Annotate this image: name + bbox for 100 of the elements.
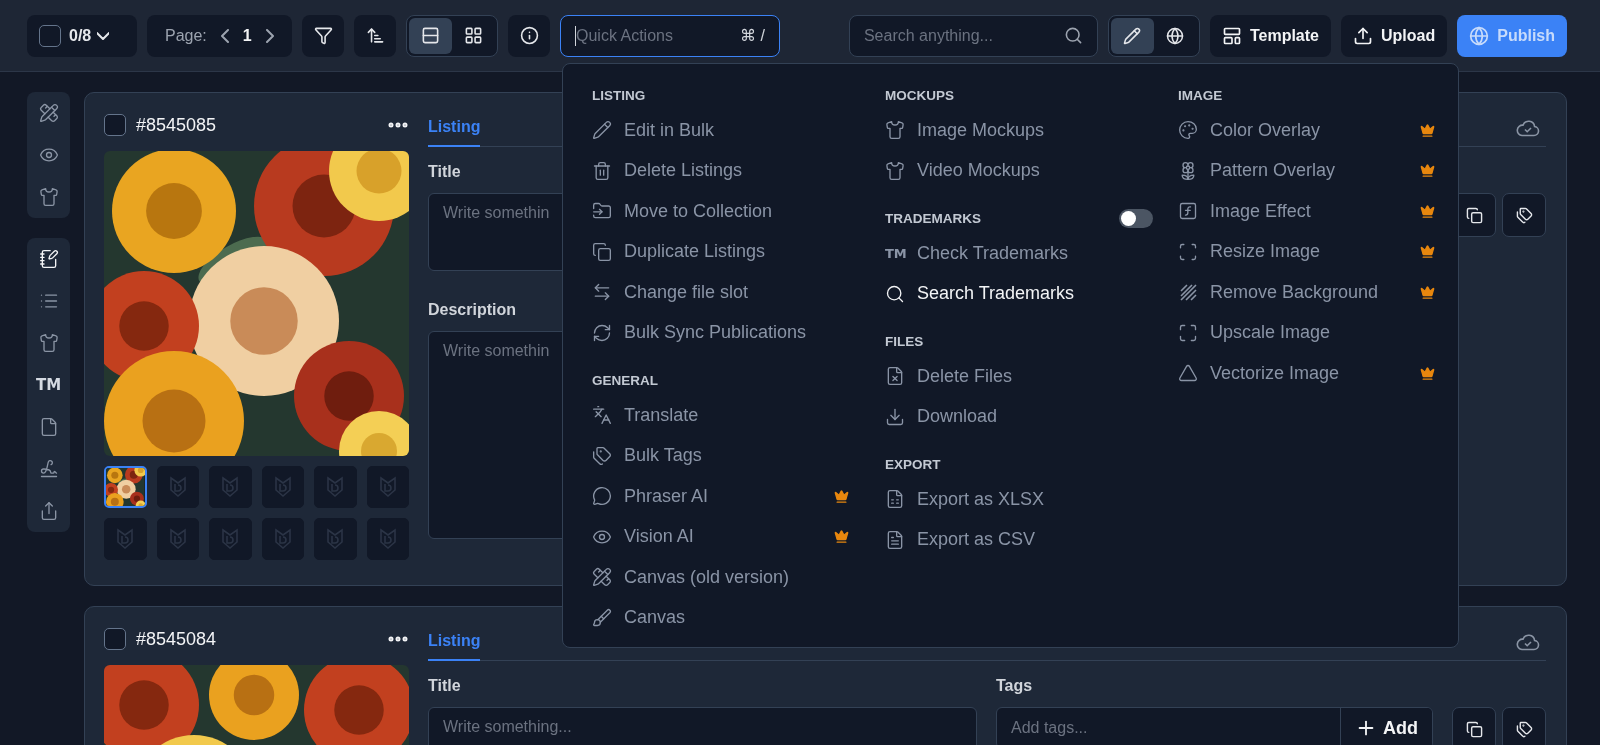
filter-button[interactable]: [302, 14, 344, 57]
toggle-switch[interactable]: [1119, 208, 1153, 228]
rail-button[interactable]: TM: [27, 364, 70, 406]
menu-item[interactable]: Delete Listings: [592, 150, 849, 191]
thumbnail[interactable]: [366, 466, 409, 508]
menu-item[interactable]: Vectorize Image: [1178, 353, 1435, 394]
menu-item[interactable]: Delete Files: [885, 356, 1142, 397]
section-heading: MOCKUPS: [885, 87, 955, 103]
checkbox[interactable]: [39, 24, 61, 47]
checkbox[interactable]: [104, 114, 126, 136]
menu-item[interactable]: Export as CSV: [885, 519, 1142, 560]
menu-item[interactable]: Bulk Tags: [592, 435, 849, 476]
thumbnail[interactable]: [156, 518, 199, 560]
title-field[interactable]: Write something...: [428, 707, 977, 745]
logo-placeholder-icon: [116, 528, 135, 550]
pencil-icon: [592, 120, 612, 141]
list-view-button[interactable]: [409, 17, 452, 54]
section-heading: EXPORT: [885, 456, 942, 472]
previous-page-button[interactable]: [220, 28, 229, 43]
search-box[interactable]: Search anything...: [848, 14, 1098, 57]
menu-item[interactable]: Translate: [592, 395, 849, 436]
menu-item[interactable]: Move to Collection: [592, 191, 849, 232]
layout-icon: [1221, 25, 1242, 46]
listing-tab[interactable]: Listing: [428, 109, 481, 147]
thumbnail[interactable]: [104, 466, 147, 508]
thumbnail[interactable]: [209, 466, 252, 508]
upload-button[interactable]: Upload: [1341, 14, 1448, 57]
shirt-icon: [38, 333, 59, 353]
tags-field[interactable]: Add tags...: [997, 708, 1340, 745]
thumbnail[interactable]: [209, 518, 252, 560]
thumbnail[interactable]: [314, 518, 357, 560]
pencil-icon: [1123, 26, 1142, 45]
thumbnail[interactable]: [156, 466, 199, 508]
grid-icon: [464, 26, 483, 45]
shirt-icon: [38, 187, 59, 207]
edit-mode-button[interactable]: [1110, 17, 1154, 54]
quick-actions-box[interactable]: Quick Actions ⌘ /: [560, 14, 780, 57]
title-label: Title: [428, 677, 461, 696]
logo-placeholder-icon: [378, 528, 397, 550]
section-heading: IMAGE: [1178, 87, 1224, 103]
menu-item[interactable]: Video Mockups: [885, 150, 1142, 191]
chevron-right-icon: [265, 28, 274, 43]
brush-icon: [592, 607, 612, 628]
menu-item[interactable]: Edit in Bulk: [592, 110, 849, 151]
menu-item[interactable]: Bulk Sync Publications: [592, 312, 849, 353]
menu-item[interactable]: Canvas: [592, 597, 849, 638]
menu-item[interactable]: Pattern Overlay: [1178, 150, 1435, 191]
rows-icon: [421, 26, 440, 45]
menu-item[interactable]: Change file slot: [592, 272, 849, 313]
menu-item[interactable]: TM Check Trademarks: [885, 233, 1142, 274]
logo-placeholder-icon: [168, 528, 187, 550]
count-dropdown[interactable]: 0/8: [69, 26, 110, 45]
hatch-icon: [1178, 282, 1198, 303]
logo-placeholder-icon: [326, 476, 345, 498]
sort-button[interactable]: [354, 14, 396, 57]
menu-item[interactable]: Resize Image: [1178, 231, 1435, 272]
quick-actions-field[interactable]: Quick Actions: [576, 26, 741, 45]
filter-icon: [313, 26, 333, 45]
menu-item[interactable]: Search Trademarks: [885, 273, 1142, 314]
menu-item[interactable]: Color Overlay: [1178, 110, 1435, 151]
menu-item[interactable]: Image Effect: [1178, 191, 1435, 232]
menu-item[interactable]: Image Mockups: [885, 110, 1142, 151]
logo-placeholder-icon: [273, 528, 292, 550]
menu-item[interactable]: Canvas (old version): [592, 557, 849, 598]
more-button[interactable]: [387, 636, 409, 642]
menu-item[interactable]: Remove Background: [1178, 272, 1435, 313]
copy-button[interactable]: [1452, 707, 1496, 745]
thumbnail[interactable]: [366, 518, 409, 560]
tags-button[interactable]: [1502, 193, 1546, 237]
template-button[interactable]: Template: [1209, 14, 1331, 57]
listing-tab[interactable]: Listing: [428, 623, 481, 661]
menu-item[interactable]: Download: [885, 396, 1142, 437]
add-tag-button[interactable]: Add: [1340, 708, 1432, 745]
thumbnail[interactable]: [314, 466, 357, 508]
menu-item[interactable]: Export as XLSX: [885, 479, 1142, 520]
thumbnail[interactable]: [261, 518, 304, 560]
pencil-ruler-icon: [38, 103, 59, 123]
cloud-check-icon: [1516, 632, 1540, 651]
triangle-icon: [1178, 363, 1198, 384]
menu-item[interactable]: Vision AI: [592, 516, 849, 557]
arrows-icon: [592, 282, 612, 303]
thumbnail[interactable]: [104, 518, 147, 560]
section-heading: LISTING: [592, 87, 647, 103]
signature-icon: [38, 459, 59, 479]
checkbox[interactable]: [104, 628, 126, 650]
next-page-button[interactable]: [265, 28, 274, 43]
search-field[interactable]: Search anything...: [863, 26, 1064, 45]
title-label: Title: [428, 163, 461, 182]
search-icon: [885, 283, 905, 304]
tags-button[interactable]: [1502, 707, 1546, 745]
menu-item[interactable]: Upscale Image: [1178, 312, 1435, 353]
file-icon: [885, 529, 905, 550]
logo-placeholder-icon: [326, 528, 345, 550]
menu-item[interactable]: Duplicate Listings: [592, 231, 849, 272]
palette-icon: [1178, 120, 1198, 141]
tags-box[interactable]: Add tags... Add: [996, 707, 1433, 745]
more-button[interactable]: [387, 122, 409, 128]
menu-item[interactable]: Phraser AI: [592, 476, 849, 517]
thumbnail[interactable]: [261, 466, 304, 508]
info-button[interactable]: [508, 14, 550, 57]
